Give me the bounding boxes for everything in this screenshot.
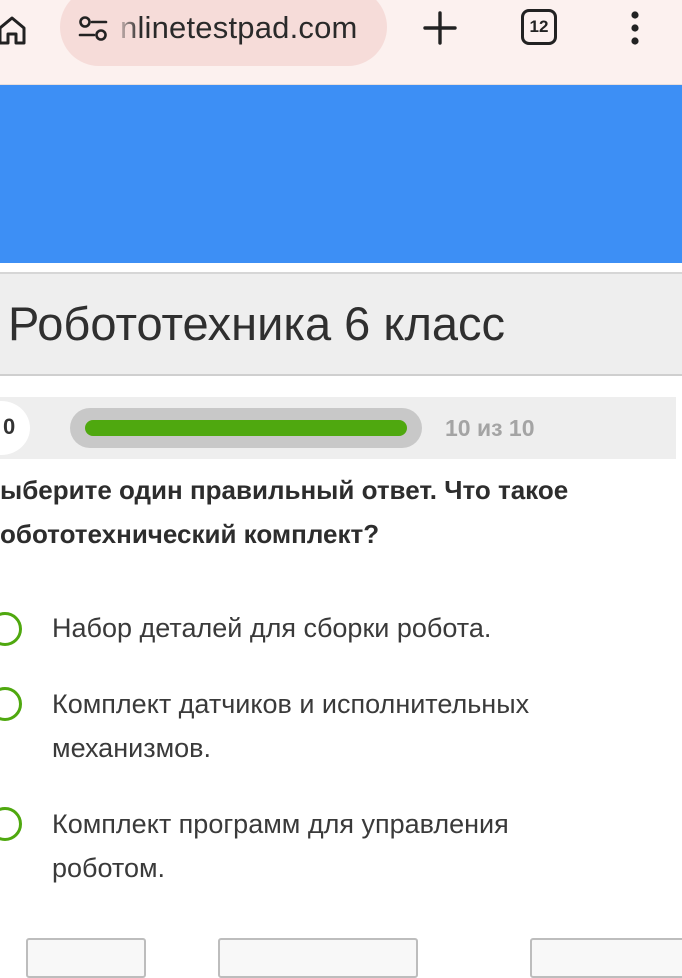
new-tab-button[interactable] — [418, 6, 462, 50]
nav-button-left[interactable] — [26, 938, 146, 978]
answer-label[interactable]: Комплект датчиков и исполнительных механ… — [52, 682, 652, 770]
progress-count: 10 из 10 — [445, 415, 535, 441]
answer-line: механизмов. — [52, 733, 211, 763]
browser-menu-button[interactable] — [620, 8, 650, 48]
radio-button[interactable] — [0, 687, 22, 721]
url-text[interactable]: nlinetestpad.com — [120, 9, 358, 47]
home-button[interactable] — [0, 10, 32, 50]
answer-line: Набор деталей для сборки робота. — [52, 613, 492, 643]
url-fade — [114, 8, 140, 48]
answer-label[interactable]: Комплект программ для управления роботом… — [52, 802, 652, 890]
answer-label[interactable]: Набор деталей для сборки робота. — [52, 606, 652, 650]
tune-icon — [78, 16, 108, 41]
progress-row: 0 10 из 10 — [0, 397, 676, 459]
timer-value: 0 — [3, 414, 16, 439]
radio-button[interactable] — [0, 612, 22, 646]
nav-button-middle[interactable] — [218, 938, 418, 978]
header-banner — [0, 85, 682, 263]
question-line: ыберите один правильный ответ. Что такое — [0, 475, 569, 505]
page-title: Робототехника 6 класс — [8, 297, 506, 350]
tab-switcher-button[interactable]: 12 — [521, 9, 557, 45]
answer-line: Комплект датчиков и исполнительных — [52, 689, 530, 719]
more-vert-icon — [631, 11, 639, 45]
radio-button[interactable] — [0, 807, 22, 841]
plus-icon — [423, 11, 457, 45]
home-icon — [0, 16, 26, 45]
answer-line: Комплект программ для управления — [52, 809, 509, 839]
progress-fill — [85, 420, 407, 436]
nav-button-right[interactable] — [530, 938, 682, 978]
progress-bar — [70, 408, 422, 448]
answer-line: роботом. — [52, 853, 166, 883]
browser-toolbar: nlinetestpad.com 12 — [0, 0, 682, 85]
question-text: ыберите один правильный ответ. Что такое… — [0, 468, 660, 556]
question-line: обототехнический комплект? — [0, 519, 380, 549]
site-settings-button[interactable] — [76, 12, 110, 46]
title-block: Робототехника 6 класс — [0, 272, 682, 376]
